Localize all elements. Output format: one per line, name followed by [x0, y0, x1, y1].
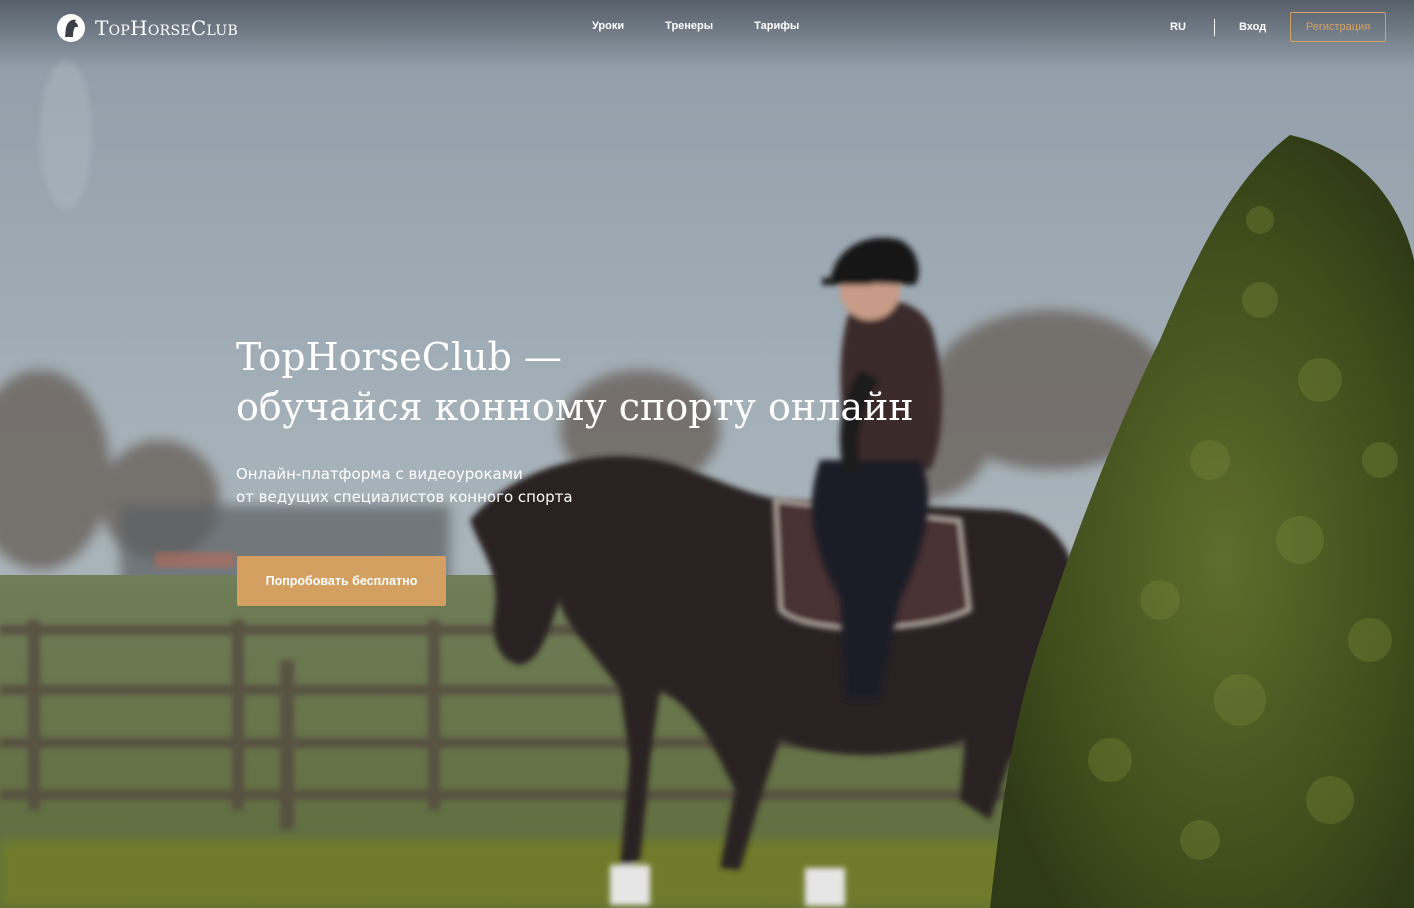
nav-lessons[interactable]: Уроки	[592, 20, 624, 32]
hero-subtitle: Онлайн-платформа с видеоуроками от ведущ…	[236, 463, 656, 509]
hero-title: TopHorseClub — обучайся конному спорту о…	[236, 332, 914, 432]
hero-title-line-2: обучайся конному спорту онлайн	[236, 385, 914, 429]
login-link[interactable]: Вход	[1239, 21, 1266, 33]
horse-head-logo-icon	[57, 14, 85, 42]
hero-photo	[0, 0, 1414, 908]
nav-trainers[interactable]: Тренеры	[665, 20, 713, 32]
header-divider	[1214, 19, 1215, 36]
hero-background	[0, 0, 1414, 908]
hero-subtitle-line-1: Онлайн-платформа с видеоуроками	[236, 465, 523, 483]
language-switcher[interactable]: RU	[1170, 21, 1186, 33]
site-header: TopHorseClub Уроки Тренеры Тарифы RU Вхо…	[0, 0, 1414, 58]
logo[interactable]: TopHorseClub	[56, 12, 238, 44]
hero-subtitle-line-2: от ведущих специалистов конного спорта	[236, 488, 573, 506]
try-free-button[interactable]: Попробовать бесплатно	[237, 556, 446, 606]
main-nav: Уроки Тренеры Тарифы	[592, 20, 840, 32]
hero-title-line-1: TopHorseClub —	[236, 335, 562, 379]
logo-text: TopHorseClub	[95, 16, 239, 40]
nav-pricing[interactable]: Тарифы	[754, 20, 799, 32]
register-button[interactable]: Регистрация	[1290, 12, 1386, 42]
